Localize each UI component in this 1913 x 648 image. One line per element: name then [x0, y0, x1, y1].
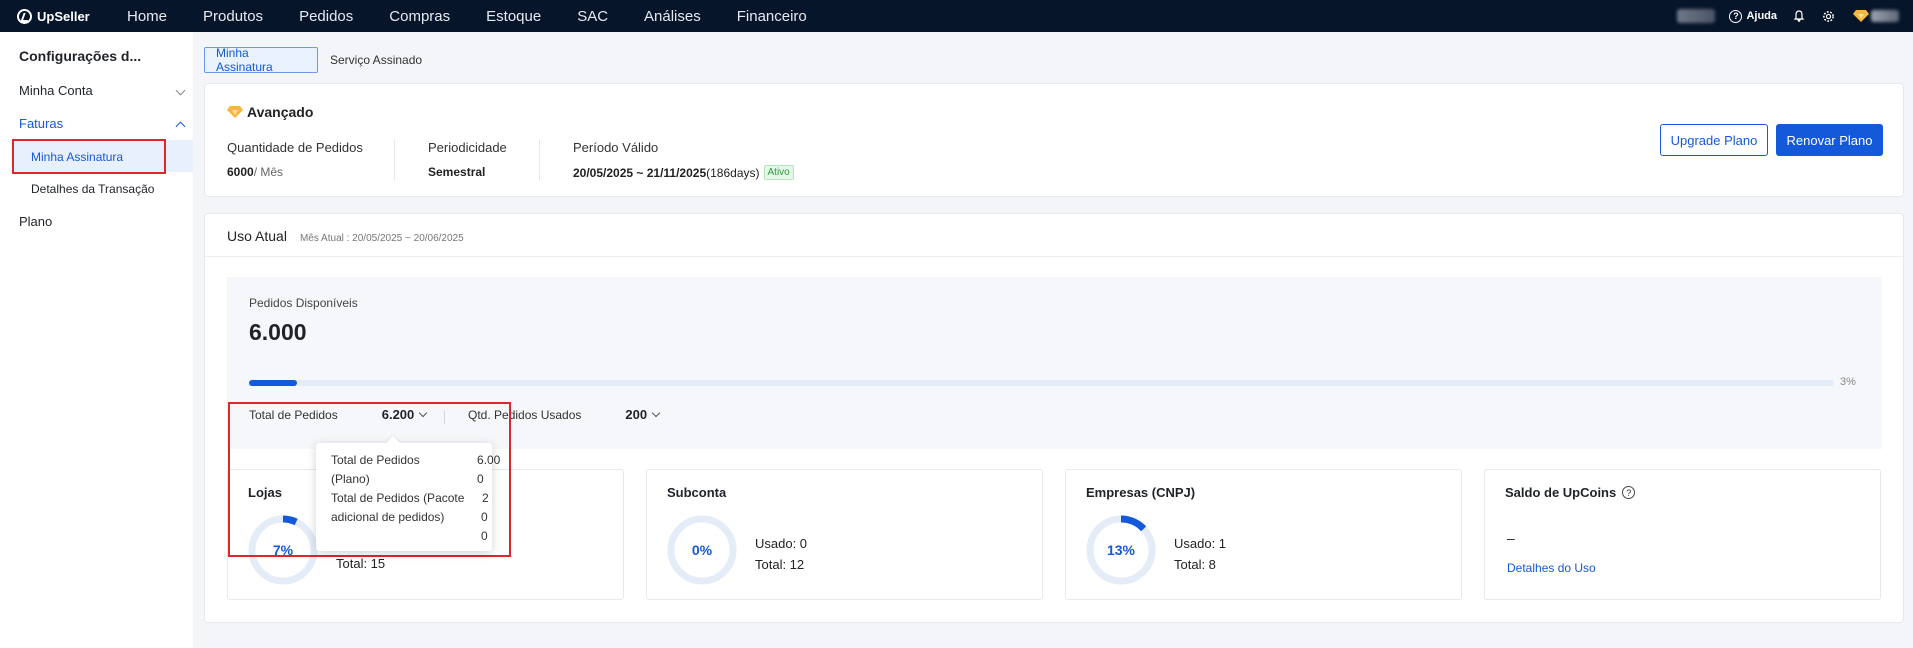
divider [539, 140, 540, 180]
divider [394, 140, 395, 180]
usage-header: Uso Atual Mês Atual : 20/05/2025 ~ 20/06… [227, 228, 464, 244]
popover-addon-value-2: 0 [481, 510, 488, 524]
plan-valid-value-row: 20/05/2025 ~ 21/11/2025 (186days) Ativo [573, 165, 794, 180]
plan-qty-unit: / Mês [253, 165, 284, 179]
nav-produtos[interactable]: Produtos [203, 8, 263, 25]
plan-valid: Período Válido 20/05/2025 ~ 21/11/2025 (… [573, 140, 794, 180]
renew-plan-button[interactable]: Renovar Plano [1776, 124, 1883, 156]
plan-qty-value-row: 6000 / Mês [227, 165, 363, 179]
nav-financeiro[interactable]: Financeiro [737, 8, 807, 25]
usage-progress-fill [249, 380, 297, 386]
gear-icon[interactable] [1822, 10, 1835, 23]
divider [205, 256, 1903, 257]
stat-card-subconta: Subconta 0% Usado: 0 Total: 12 [646, 469, 1043, 600]
nav-compras[interactable]: Compras [389, 8, 450, 25]
popover-plan-label2: (Plano) [331, 472, 370, 486]
plan-qty-value: 6000 [227, 165, 254, 179]
popover-row-plan: Total de Pedidos (Plano) 6.00 0 [331, 451, 500, 489]
sidebar-item-plano[interactable]: Plano [19, 214, 52, 229]
top-nav: UpSeller Home Produtos Pedidos Compras E… [0, 0, 1913, 32]
tab-minha-assinatura[interactable]: Minha Assinatura [204, 46, 318, 74]
usage-progress-bar [249, 380, 1834, 386]
donut-percent-subconta: 0% [691, 542, 713, 558]
nav-pedidos[interactable]: Pedidos [299, 8, 353, 25]
plan-valid-days: (186days) [706, 165, 760, 180]
sidebar-item-faturas[interactable]: Faturas [19, 116, 63, 131]
popover-addon-value: 2 [482, 491, 489, 505]
available-orders-label: Pedidos Disponíveis [249, 296, 358, 310]
stat-used-empresas: Usado: 1 [1174, 536, 1227, 551]
plan-name-text: Avançado [247, 104, 314, 120]
plan-qty: Quantidade de Pedidos 6000 / Mês [227, 140, 363, 179]
stat-title-upcoins-text: Saldo de UpCoins [1505, 485, 1617, 500]
plan-period-value: Semestral [428, 165, 486, 179]
popover-row-addon: Total de Pedidos (Pacote adicional de pe… [331, 489, 491, 543]
brand-name: UpSeller [37, 8, 90, 24]
nav-estoque[interactable]: Estoque [486, 8, 541, 25]
stat-total-empresas: Total: 8 [1174, 557, 1216, 572]
donut-subconta: 0% [667, 515, 737, 585]
sidebar-title: Configurações d... [19, 48, 142, 64]
donut-empresas: 13% [1086, 515, 1156, 585]
brand-logo[interactable]: UpSeller [17, 8, 127, 24]
status-badge: Ativo [763, 165, 794, 180]
popover-addon-value-3: 0 [481, 529, 488, 543]
bell-icon[interactable] [1793, 10, 1805, 22]
stat-info-subconta: Usado: 0 Total: 12 [755, 533, 807, 575]
premium-gem-icon [1853, 10, 1869, 22]
popover-plan-value-2: 0 [477, 472, 484, 486]
usage-progress-label: 3% [1840, 376, 1856, 388]
stat-used-subconta: Usado: 0 [755, 536, 808, 551]
stat-title-empresas: Empresas (CNPJ) [1086, 485, 1196, 500]
upseller-logo-icon [17, 8, 32, 24]
chevron-up-icon[interactable] [175, 121, 186, 132]
plan-valid-dates: 20/05/2025 ~ 21/11/2025 [573, 165, 707, 180]
stat-title-subconta: Subconta [667, 485, 727, 500]
available-orders-value: 6.000 [249, 319, 307, 345]
highlight-box-sidebar [12, 139, 166, 174]
total-orders-popover: Total de Pedidos (Plano) 6.00 0 Total de… [316, 443, 500, 551]
stat-total-subconta: Total: 12 [755, 557, 805, 572]
popover-plan-value: 6.00 [477, 453, 501, 467]
usage-details-link[interactable]: Detalhes do Uso [1507, 561, 1596, 575]
gem-icon [227, 106, 243, 118]
chevron-down-icon[interactable] [651, 408, 661, 417]
nav-home[interactable]: Home [127, 8, 167, 25]
usage-title: Uso Atual [227, 228, 287, 244]
upcoins-value: – [1507, 530, 1515, 546]
help-icon: ? [1729, 9, 1743, 23]
help-link[interactable]: ? Ajuda [1729, 9, 1777, 23]
plan-period-label: Periodicidade [428, 140, 507, 155]
popover-addon-label2: adicional de pedidos) [331, 510, 445, 524]
question-icon[interactable]: ? [1622, 486, 1636, 499]
chevron-down-icon[interactable] [175, 85, 186, 96]
help-label: Ajuda [1746, 10, 1777, 22]
nav-analises[interactable]: Análises [644, 8, 701, 25]
sidebar-item-detalhes-transacao[interactable]: Detalhes da Transação [31, 182, 154, 196]
used-orders-value: 200 [625, 407, 648, 422]
usage-month: Mês Atual : 20/05/2025 ~ 20/06/2025 [299, 233, 464, 244]
plan-qty-label: Quantidade de Pedidos [227, 140, 363, 155]
stat-card-empresas: Empresas (CNPJ) 13% Usado: 1 Total: 8 [1065, 469, 1462, 600]
plan-valid-label: Período Válido [573, 140, 659, 155]
plan-card: Avançado Quantidade de Pedidos 6000 / Mê… [204, 83, 1904, 197]
popover-addon-label: Total de Pedidos (Pacote [331, 491, 465, 505]
blurred-shop-selector[interactable] [1677, 9, 1716, 23]
plan-name: Avançado [227, 104, 313, 120]
upgrade-plan-button[interactable]: Upgrade Plano [1660, 124, 1768, 156]
plan-period-value-row: Semestral [428, 165, 507, 179]
nav-right-tools: ? Ajuda [1677, 0, 1913, 32]
donut-percent-empresas: 13% [1106, 542, 1136, 558]
stat-title-upcoins: Saldo de UpCoins ? [1505, 485, 1636, 500]
sidebar-item-minha-conta[interactable]: Minha Conta [19, 83, 93, 98]
plan-period: Periodicidade Semestral [428, 140, 507, 179]
popover-plan-label: Total de Pedidos [331, 453, 420, 467]
stat-info-empresas: Usado: 1 Total: 8 [1174, 533, 1226, 575]
tab-servico-assinado[interactable]: Serviço Assinado [319, 47, 433, 73]
stat-card-upcoins: Saldo de UpCoins ? – Detalhes do Uso [1484, 469, 1881, 600]
user-avatar[interactable] [1871, 10, 1899, 22]
settings-sidebar: Configurações d... Minha Conta Faturas M… [0, 32, 193, 648]
nav-sac[interactable]: SAC [577, 8, 608, 25]
